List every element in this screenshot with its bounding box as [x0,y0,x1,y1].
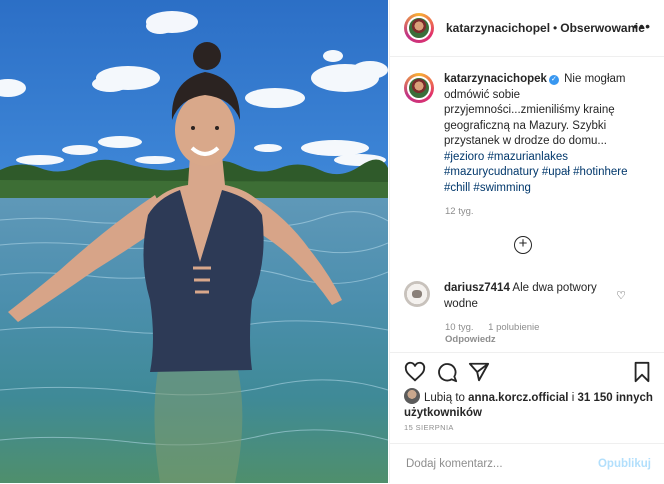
following-button[interactable]: Obserwowanie [560,21,645,35]
add-comment-bar: Opublikuj [390,443,664,484]
hashtag[interactable]: #jezioro [444,151,484,163]
author-username[interactable]: katarzynacichopel [446,21,550,35]
post-header: katarzynacichopel • Obserwowanie ••• [390,0,664,57]
caption-timestamp[interactable]: 12 tyg. [445,206,474,217]
heart-icon[interactable] [404,361,426,383]
hashtag[interactable]: #hotinhere [573,166,627,178]
hashtag[interactable]: #mazurycudnatury [444,166,539,178]
liker-username[interactable]: anna.korcz.official [468,392,568,404]
comment-meta: 10 tyg. 1 polubienie [445,322,551,333]
verified-badge-icon: ✓ [548,75,559,85]
hashtag[interactable]: #swimming [473,182,531,194]
comment-item: dariusz7414 Ale dwa potwory wodne ♡ [404,281,654,312]
caption-text-block: katarzynacichopek ✓ Nie mogłam odmówić so… [444,72,649,196]
more-options-icon[interactable]: ••• [633,18,651,34]
post-caption: katarzynacichopek ✓ Nie mogłam odmówić so… [404,72,654,196]
share-icon[interactable] [468,361,490,383]
comment-input[interactable] [404,457,588,471]
likes-connector: i [571,392,575,404]
bookmark-icon[interactable] [631,361,653,383]
comment-like-count[interactable]: 1 polubienie [488,322,539,333]
comment-icon[interactable] [436,361,458,383]
comment-timestamp[interactable]: 10 tyg. [445,322,474,333]
comment-like-heart-icon[interactable]: ♡ [616,289,626,302]
caption-username[interactable]: katarzynacichopek [444,73,547,85]
comment-text-block: dariusz7414 Ale dwa potwory wodne [444,281,624,312]
commenter-avatar[interactable] [404,281,430,307]
post-side-panel: katarzynacichopel • Obserwowanie ••• kat… [389,0,664,483]
likes-prefix: Lubią to [424,392,465,404]
author-avatar-image [407,16,431,40]
hashtag[interactable]: #chill [444,182,470,194]
hashtag[interactable]: #mazurianlakes [487,151,568,163]
lake-swimmer-photo [0,11,388,483]
liker-avatar[interactable] [404,388,420,404]
publish-button[interactable]: Opublikuj [598,458,651,470]
caption-avatar[interactable] [404,73,434,103]
post-photo[interactable] [0,0,388,483]
author-avatar[interactable] [404,13,434,43]
likes-summary: Lubią to anna.korcz.official i 31 150 in… [404,388,654,421]
commenter-username[interactable]: dariusz7414 [444,282,510,294]
hashtag[interactable]: #upał [542,166,570,178]
reply-button[interactable]: Odpowiedz [445,334,496,345]
separator-dot: • [553,21,558,35]
post-date[interactable]: 15 SIERPNIA [404,423,454,432]
caption-avatar-image [407,76,431,100]
post-actions-bar [390,352,664,393]
load-more-comments-icon[interactable]: + [514,236,532,254]
